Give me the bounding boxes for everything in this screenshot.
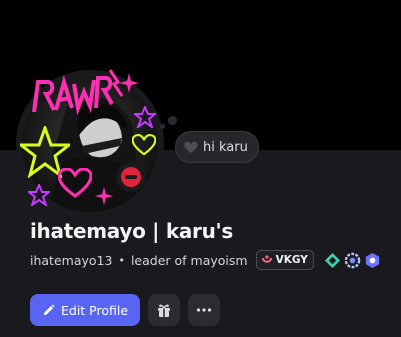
do-not-disturb-icon xyxy=(121,167,141,187)
star-outline-icon-purple xyxy=(28,184,50,206)
quest-icon[interactable] xyxy=(364,252,381,269)
nitro-icon[interactable] xyxy=(344,252,361,269)
more-options-button[interactable] xyxy=(188,294,221,326)
star-outline-icon xyxy=(134,106,156,128)
username[interactable]: ihatemayo13 xyxy=(30,253,112,268)
hypesquad-balance-icon[interactable] xyxy=(324,252,341,269)
thought-dot-small xyxy=(160,124,165,129)
profile-meta-row: ihatemayo13 • leader of mayoism VKGY xyxy=(30,249,381,271)
more-icon xyxy=(196,308,212,312)
custom-status-text: hi karu xyxy=(203,139,248,155)
gift-button[interactable] xyxy=(148,294,181,326)
guild-tag-badge-icon xyxy=(261,255,272,263)
separator-dot: • xyxy=(118,253,125,267)
gift-icon xyxy=(158,304,171,317)
sparkle-icon-pink xyxy=(94,186,114,206)
pronouns: leader of mayoism xyxy=(130,252,248,268)
display-name: ihatemayo | karu's xyxy=(30,219,233,243)
edit-profile-button[interactable]: Edit Profile xyxy=(30,294,141,326)
heart-icon xyxy=(58,168,92,198)
profile-popout: hi karu ihatemayo | karu's ihatemayo13 •… xyxy=(0,0,401,337)
edit-profile-label: Edit Profile xyxy=(61,302,129,318)
heart-status-icon xyxy=(184,141,198,153)
heart-icon-small xyxy=(132,134,156,156)
thought-dot xyxy=(168,116,177,125)
badge-list xyxy=(324,252,381,269)
guild-tag-label: VKGY xyxy=(275,254,308,266)
custom-status-bubble[interactable]: hi karu xyxy=(175,131,259,163)
rawr-lettering xyxy=(32,74,114,116)
pencil-icon xyxy=(43,303,55,315)
sparkle-icon xyxy=(119,73,139,93)
profile-actions: Edit Profile xyxy=(30,294,221,326)
guild-tag[interactable]: VKGY xyxy=(255,250,314,270)
